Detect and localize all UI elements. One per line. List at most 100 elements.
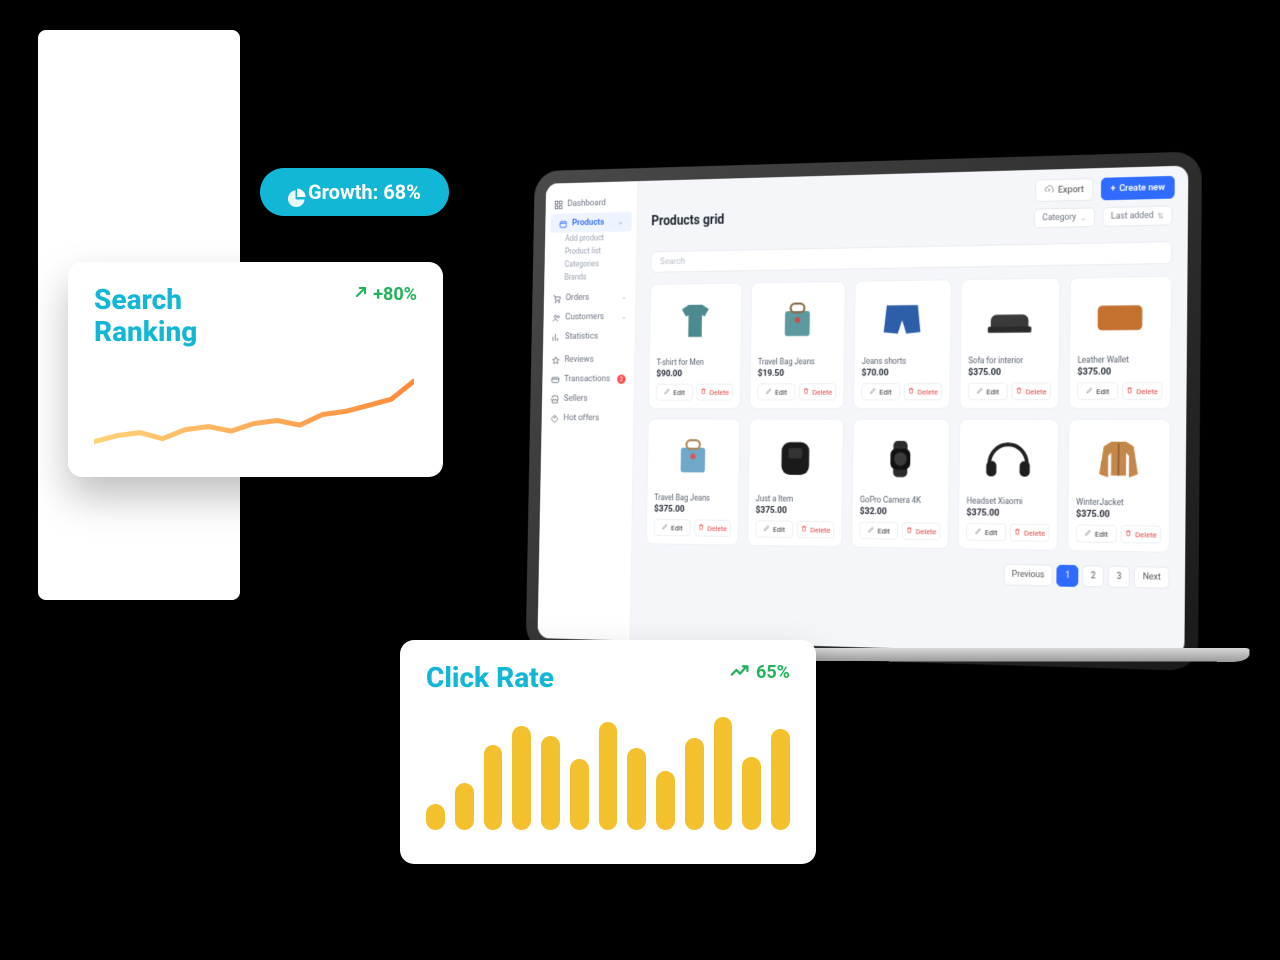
product-card[interactable]: Travel Bag Jeans$19.50 EditDelete [749, 281, 846, 409]
shop-icon [550, 394, 559, 403]
trend-up-icon [730, 662, 752, 683]
pager-page-2[interactable]: 2 [1082, 566, 1104, 588]
search-input[interactable]: Search [650, 241, 1172, 273]
sidebar-item-dashboard[interactable]: Dashboard [546, 192, 638, 214]
edit-button[interactable]: Edit [968, 383, 1008, 401]
edit-button[interactable]: Edit [1077, 382, 1118, 400]
product-card[interactable]: Jeans shorts$70.00EditDelete [853, 279, 952, 409]
chevron-down-icon: ⌄ [621, 293, 627, 301]
product-card[interactable]: T-shirt for Men$90.00EditDelete [648, 283, 742, 410]
product-price: $19.50 [758, 368, 837, 379]
bar [771, 729, 790, 830]
edit-label: Edit [673, 388, 685, 396]
pencil-icon [1086, 387, 1094, 397]
sidebar-item-statistics[interactable]: Statistics [543, 326, 635, 346]
edit-button[interactable]: Edit [654, 519, 691, 536]
sidebar-item-label: Orders [566, 292, 590, 302]
growth-label: Growth: 68% [308, 180, 421, 204]
trash-icon [1124, 530, 1132, 540]
delete-button[interactable]: Delete [903, 383, 942, 400]
product-card[interactable]: Travel Bag Jeans$375.00EditDelete [646, 419, 741, 546]
sidebar-item-customers[interactable]: Customers⌄ [543, 307, 635, 328]
sort-icon: ⇅ [1157, 211, 1164, 220]
trash-icon [698, 524, 705, 534]
pencil-icon [664, 388, 671, 397]
product-name: Sofa for interior [968, 356, 1051, 366]
delete-button[interactable]: Delete [1120, 525, 1161, 544]
product-image [756, 427, 836, 490]
sidebar-item-hot-offers[interactable]: Hot offers [542, 408, 634, 428]
pager-previous[interactable]: Previous [1003, 564, 1053, 587]
growth-pill: Growth: 68% [260, 168, 449, 216]
pencil-icon [763, 524, 770, 534]
edit-label: Edit [1095, 530, 1108, 539]
delete-button[interactable]: Delete [1011, 383, 1051, 401]
pager-next[interactable]: Next [1134, 567, 1170, 590]
product-image [967, 428, 1051, 493]
product-card[interactable]: Leather Wallet$375.00EditDelete [1069, 276, 1172, 409]
delete-button[interactable]: Delete [796, 521, 834, 539]
delete-button[interactable]: Delete [798, 383, 836, 400]
edit-button[interactable]: Edit [1076, 525, 1117, 543]
edit-button[interactable]: Edit [861, 383, 900, 400]
cart-icon [552, 293, 561, 302]
bar [742, 757, 761, 830]
pager-page-3[interactable]: 3 [1108, 566, 1130, 588]
product-card[interactable]: Headset Xiaomi$375.00EditDelete [958, 419, 1059, 551]
search-ranking-delta: +80% [353, 284, 417, 305]
search-ranking-title: Search Ranking [94, 284, 197, 348]
pager-page-1[interactable]: 1 [1057, 565, 1079, 587]
product-card[interactable]: Just a Item$375.00EditDelete [747, 419, 844, 548]
product-price: $375.00 [654, 504, 731, 515]
product-name: Travel Bag Jeans [758, 357, 837, 367]
search-ranking-delta-value: +80% [373, 284, 417, 305]
edit-button[interactable]: Edit [859, 522, 898, 540]
sidebar: DashboardProducts⌄Add productProduct lis… [538, 181, 639, 641]
star-icon [551, 355, 560, 364]
delete-button[interactable]: Delete [901, 523, 940, 541]
product-image [862, 288, 944, 352]
product-price: $32.00 [860, 507, 941, 519]
product-card[interactable]: Sofa for interior$375.00EditDelete [959, 278, 1060, 410]
pencil-icon [976, 387, 984, 397]
sidebar-item-transactions[interactable]: Transactions2 [542, 369, 634, 389]
delete-button[interactable]: Delete [1121, 382, 1162, 400]
edit-button[interactable]: Edit [755, 521, 793, 539]
category-filter[interactable]: Category ⌄ [1034, 207, 1095, 228]
delete-label: Delete [707, 524, 727, 533]
laptop-frame: Export + Create new DashboardProducts⌄Ad… [526, 151, 1202, 671]
stats-icon [551, 332, 560, 341]
sidebar-item-reviews[interactable]: Reviews [543, 349, 635, 369]
edit-button[interactable]: Edit [966, 523, 1006, 541]
product-card[interactable]: GoPro Camera 4K$32.00EditDelete [851, 419, 950, 550]
product-price: $70.00 [862, 368, 943, 379]
sidebar-item-label: Dashboard [567, 198, 606, 209]
bar [656, 771, 675, 830]
delete-label: Delete [917, 387, 938, 396]
edit-label: Edit [879, 388, 891, 397]
sidebar-item-label: Reviews [564, 354, 593, 364]
sort-filter[interactable]: Last added ⇅ [1102, 206, 1172, 227]
delete-label: Delete [1024, 529, 1045, 538]
edit-button[interactable]: Edit [757, 384, 795, 401]
delete-label: Delete [1136, 387, 1158, 396]
product-card[interactable]: WinterJacket$375.00EditDelete [1067, 419, 1171, 553]
users-icon [552, 313, 561, 322]
sidebar-item-sellers[interactable]: Sellers [542, 389, 634, 409]
delete-button[interactable]: Delete [1009, 524, 1049, 542]
delete-button[interactable]: Delete [694, 520, 731, 538]
sidebar-item-orders[interactable]: Orders ⌄ [544, 287, 636, 308]
sidebar-item-products[interactable]: Products⌄ [550, 212, 632, 233]
box-icon [559, 218, 568, 227]
pie-icon [288, 187, 298, 197]
product-name: WinterJacket [1076, 498, 1161, 509]
edit-button[interactable]: Edit [656, 384, 693, 401]
card-icon [551, 374, 560, 383]
delete-button[interactable]: Delete [696, 384, 733, 401]
pencil-icon [1084, 529, 1092, 539]
delete-label: Delete [810, 526, 830, 535]
edit-label: Edit [671, 524, 683, 533]
bar [714, 717, 733, 830]
product-image [657, 291, 735, 354]
bar [570, 759, 589, 830]
